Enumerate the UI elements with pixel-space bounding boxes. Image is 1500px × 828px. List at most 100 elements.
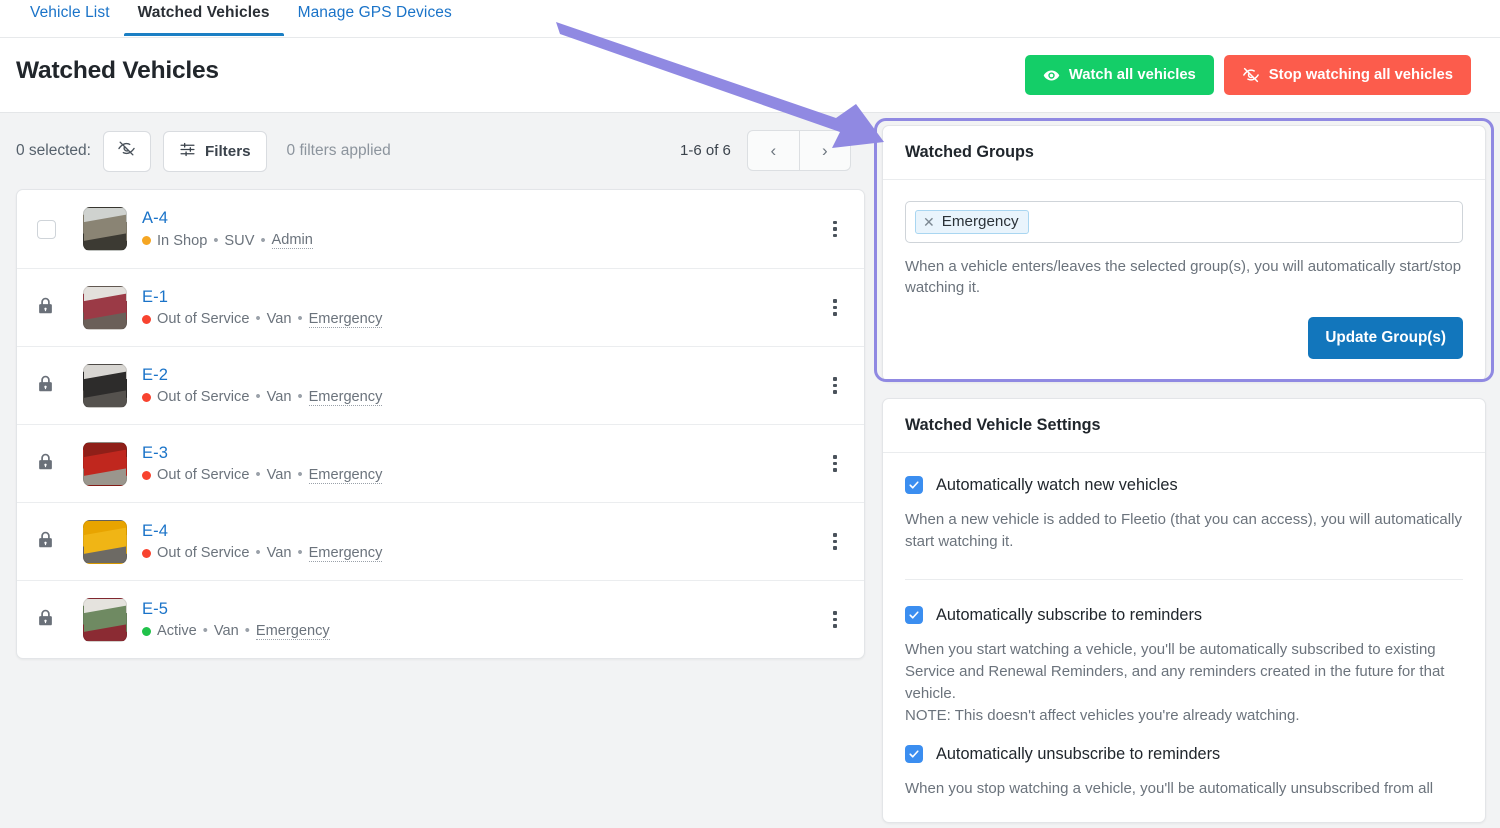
tab-manage-gps-devices[interactable]: Manage GPS Devices <box>284 0 466 36</box>
vehicle-group-link[interactable]: Emergency <box>308 311 383 328</box>
row-actions-menu-icon[interactable] <box>820 527 850 557</box>
vehicle-group-link[interactable]: Emergency <box>308 545 383 562</box>
vehicle-row[interactable]: E-5 Active • Van • Emergency <box>17 580 864 658</box>
tab-vehicle-list[interactable]: Vehicle List <box>16 0 124 36</box>
vehicle-type: Van <box>266 389 292 405</box>
vehicle-lock-cell <box>37 530 83 554</box>
row-actions-menu-icon[interactable] <box>820 214 850 244</box>
selected-count-label: 0 selected: <box>16 142 91 159</box>
status-dot-icon <box>142 470 151 480</box>
setting-item: Automatically unsubscribe to reminders Wh… <box>905 743 1463 800</box>
vehicle-name-link[interactable]: E-4 <box>142 522 168 541</box>
tab-watched-vehicles[interactable]: Watched Vehicles <box>123 0 284 36</box>
vehicle-group-link[interactable]: Emergency <box>255 623 330 640</box>
vehicle-name-link[interactable]: E-1 <box>142 288 168 307</box>
vehicle-group-link[interactable]: Emergency <box>308 467 383 484</box>
vehicle-name-link[interactable]: E-2 <box>142 366 168 385</box>
pagination-prev-button[interactable]: ‹ <box>748 131 799 170</box>
page-header: Vehicle List Watched Vehicles Manage GPS D… <box>0 0 1500 113</box>
row-actions-menu-icon[interactable] <box>820 293 850 323</box>
setting-label: Automatically watch new vehicles <box>936 475 1178 494</box>
divider <box>905 578 1463 580</box>
vehicle-thumbnail <box>83 519 127 564</box>
vehicle-row-checkbox[interactable] <box>37 219 56 239</box>
setting-label: Automatically subscribe to reminders <box>936 605 1203 624</box>
vehicle-type: Van <box>213 623 239 639</box>
hide-selected-button[interactable] <box>102 130 151 172</box>
setting-description: When a new vehicle is added to Fleetio (… <box>905 510 1462 550</box>
page-title: Watched Vehicles <box>16 57 219 84</box>
setting-label: Automatically unsubscribe to reminders <box>936 744 1221 763</box>
vehicle-row[interactable]: E-3 Out of Service • Van • Emergency <box>17 424 864 502</box>
vehicle-lock-cell <box>37 374 83 398</box>
header-actions: Watch all vehicles Stop watching all veh… <box>1024 55 1471 95</box>
filters-applied-label: 0 filters applied <box>286 142 391 159</box>
vehicle-lock-cell <box>37 296 83 320</box>
lock-icon <box>37 452 54 476</box>
vehicle-info: E-2 Out of Service • Van • Emergency <box>142 366 820 406</box>
vehicle-status: Out of Service <box>157 311 250 327</box>
row-actions-menu-icon[interactable] <box>820 605 850 635</box>
vehicle-row[interactable]: E-4 Out of Service • Van • Emergency <box>17 502 864 580</box>
vehicle-thumbnail <box>83 363 127 408</box>
vehicle-meta: Out of Service • Van • Emergency <box>142 311 820 328</box>
setting-checkbox[interactable] <box>905 745 923 764</box>
vehicle-group-link[interactable]: Admin <box>271 232 313 249</box>
meta-separator: • <box>260 232 266 249</box>
vehicle-row[interactable]: E-1 Out of Service • Van • Emergency <box>17 268 864 346</box>
vehicle-name-link[interactable]: E-5 <box>142 600 168 619</box>
vehicle-type: Van <box>266 545 292 561</box>
meta-separator: • <box>297 389 303 405</box>
meta-separator: • <box>213 232 219 249</box>
vehicle-meta: In Shop • SUV • Admin <box>142 232 820 249</box>
vehicle-meta: Out of Service • Van • Emergency <box>142 389 820 406</box>
row-actions-menu-icon[interactable] <box>820 449 850 479</box>
sliders-icon <box>179 141 196 162</box>
setting-description: When you stop watching a vehicle, you'll… <box>905 779 1434 797</box>
setting-checkbox[interactable] <box>905 606 923 625</box>
pagination-next-button[interactable]: › <box>798 131 850 170</box>
status-dot-icon <box>142 392 151 402</box>
vehicle-thumbnail <box>83 207 127 251</box>
vehicle-info: A-4 In Shop • SUV • Admin <box>142 209 820 249</box>
vehicle-lock-cell <box>37 608 83 632</box>
stop-watching-all-vehicles-button[interactable]: Stop watching all vehicles <box>1223 55 1471 95</box>
annotation-highlight-box <box>874 118 1494 382</box>
eye-slash-icon <box>1242 66 1260 84</box>
vehicle-meta: Out of Service • Van • Emergency <box>142 545 820 562</box>
vehicle-row[interactable]: A-4 In Shop • SUV • Admin <box>17 190 864 268</box>
vehicle-type: SUV <box>224 232 255 249</box>
status-dot-icon <box>142 548 151 558</box>
meta-separator: • <box>297 311 303 327</box>
vehicle-thumbnail <box>83 441 127 486</box>
setting-row: Automatically subscribe to reminders <box>905 606 1463 625</box>
filters-button[interactable]: Filters <box>162 130 267 172</box>
vehicle-lock-cell <box>37 452 83 476</box>
vehicle-row[interactable]: E-2 Out of Service • Van • Emergency <box>17 346 864 424</box>
pagination: 1-6 of 6 ‹ › <box>680 130 851 171</box>
row-actions-menu-icon[interactable] <box>820 371 850 401</box>
setting-item: Automatically subscribe to reminders When… <box>905 604 1463 727</box>
vehicle-meta: Out of Service • Van • Emergency <box>142 467 820 484</box>
meta-separator: • <box>297 467 303 483</box>
filters-label: Filters <box>204 142 251 160</box>
status-dot-icon <box>142 236 151 245</box>
vehicle-group-link[interactable]: Emergency <box>308 389 383 406</box>
vehicle-status: Out of Service <box>157 467 250 483</box>
meta-separator: • <box>202 623 208 639</box>
meta-separator: • <box>255 311 261 327</box>
watch-all-vehicles-button[interactable]: Watch all vehicles <box>1024 55 1214 95</box>
vehicle-thumbnail <box>83 285 127 330</box>
vehicle-name-link[interactable]: A-4 <box>142 209 168 228</box>
lock-icon <box>37 608 54 632</box>
lock-icon <box>37 530 54 554</box>
vehicle-name-link[interactable]: E-3 <box>142 444 168 463</box>
vehicle-status: Active <box>157 623 197 639</box>
vehicle-type: Van <box>266 467 292 483</box>
vehicle-info: E-1 Out of Service • Van • Emergency <box>142 288 820 328</box>
vehicle-status: Out of Service <box>157 389 250 405</box>
setting-checkbox[interactable] <box>905 476 923 495</box>
vehicle-list: A-4 In Shop • SUV • Admin E-1 Out of Service • Va… <box>16 189 865 659</box>
vehicle-select-cell <box>37 219 83 239</box>
